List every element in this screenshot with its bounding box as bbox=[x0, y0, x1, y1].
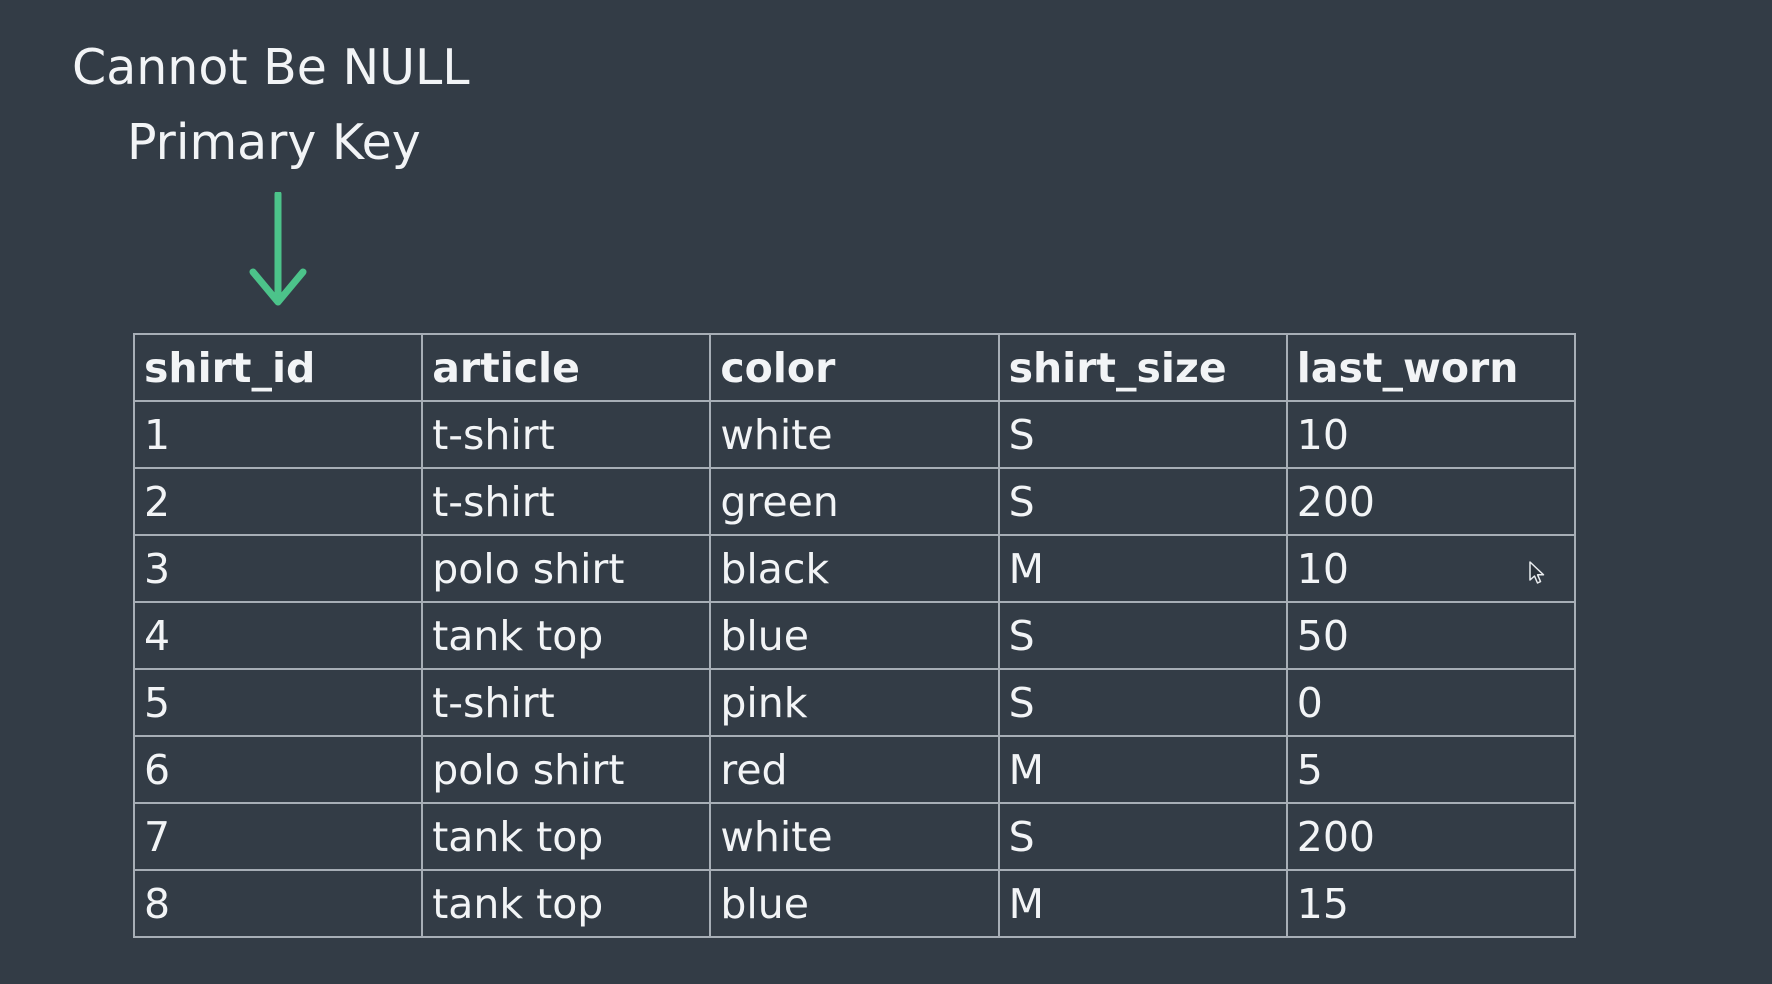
table-row: 4 tank top blue S 50 bbox=[132, 601, 1577, 670]
cell-color: white bbox=[709, 400, 1000, 469]
cell-last-worn: 15 bbox=[1285, 869, 1577, 938]
cell-shirt-id: 6 bbox=[132, 735, 424, 804]
column-header-color: color bbox=[709, 333, 1000, 402]
cell-shirt-id: 3 bbox=[132, 534, 424, 603]
caption-cannot-be-null: Cannot Be NULL bbox=[72, 39, 470, 96]
table-row: 5 t-shirt pink S 0 bbox=[132, 668, 1577, 737]
table-row: 3 polo shirt black M 10 bbox=[132, 534, 1577, 603]
cell-last-worn: 50 bbox=[1285, 601, 1577, 670]
table-header-row: shirt_id article color shirt_size last_w… bbox=[132, 333, 1577, 402]
cell-article: t-shirt bbox=[421, 668, 712, 737]
table-row: 2 t-shirt green S 200 bbox=[132, 467, 1577, 536]
cell-shirt-size: S bbox=[997, 802, 1288, 871]
cell-color: blue bbox=[709, 869, 1000, 938]
cell-article: tank top bbox=[421, 601, 712, 670]
cell-article: polo shirt bbox=[421, 534, 712, 603]
cell-shirt-size: S bbox=[997, 400, 1288, 469]
cell-color: blue bbox=[709, 601, 1000, 670]
cell-shirt-id: 4 bbox=[132, 601, 424, 670]
cell-shirt-id: 1 bbox=[132, 400, 424, 469]
cell-last-worn: 5 bbox=[1285, 735, 1577, 804]
cell-last-worn: 0 bbox=[1285, 668, 1577, 737]
cell-shirt-size: M bbox=[997, 735, 1288, 804]
cell-color: pink bbox=[709, 668, 1000, 737]
cell-color: red bbox=[709, 735, 1000, 804]
column-header-shirt-size: shirt_size bbox=[997, 333, 1288, 402]
column-header-article: article bbox=[421, 333, 712, 402]
cell-shirt-size: M bbox=[997, 869, 1288, 938]
cell-article: tank top bbox=[421, 802, 712, 871]
arrow-down-icon bbox=[249, 192, 307, 306]
cell-shirt-id: 8 bbox=[132, 869, 424, 938]
table-row: 8 tank top blue M 15 bbox=[132, 869, 1577, 938]
table-row: 1 t-shirt white S 10 bbox=[132, 400, 1577, 469]
cell-last-worn: 10 bbox=[1285, 400, 1577, 469]
cell-shirt-id: 2 bbox=[132, 467, 424, 536]
cell-shirt-size: S bbox=[997, 668, 1288, 737]
shirts-table: shirt_id article color shirt_size last_w… bbox=[132, 333, 1577, 938]
column-header-shirt-id: shirt_id bbox=[132, 333, 424, 402]
cell-color: white bbox=[709, 802, 1000, 871]
cell-shirt-size: S bbox=[997, 467, 1288, 536]
caption-primary-key: Primary Key bbox=[127, 114, 421, 171]
cell-color: black bbox=[709, 534, 1000, 603]
cell-color: green bbox=[709, 467, 1000, 536]
cell-article: t-shirt bbox=[421, 400, 712, 469]
cell-last-worn: 200 bbox=[1285, 802, 1577, 871]
cell-article: polo shirt bbox=[421, 735, 712, 804]
cell-article: tank top bbox=[421, 869, 712, 938]
cell-shirt-size: M bbox=[997, 534, 1288, 603]
cell-shirt-id: 7 bbox=[132, 802, 424, 871]
cell-shirt-id: 5 bbox=[132, 668, 424, 737]
mouse-pointer-icon bbox=[1529, 561, 1545, 584]
column-header-last-worn: last_worn bbox=[1285, 333, 1577, 402]
cell-shirt-size: S bbox=[997, 601, 1288, 670]
cell-last-worn: 200 bbox=[1285, 467, 1577, 536]
table-row: 6 polo shirt red M 5 bbox=[132, 735, 1577, 804]
cell-article: t-shirt bbox=[421, 467, 712, 536]
table-row: 7 tank top white S 200 bbox=[132, 802, 1577, 871]
